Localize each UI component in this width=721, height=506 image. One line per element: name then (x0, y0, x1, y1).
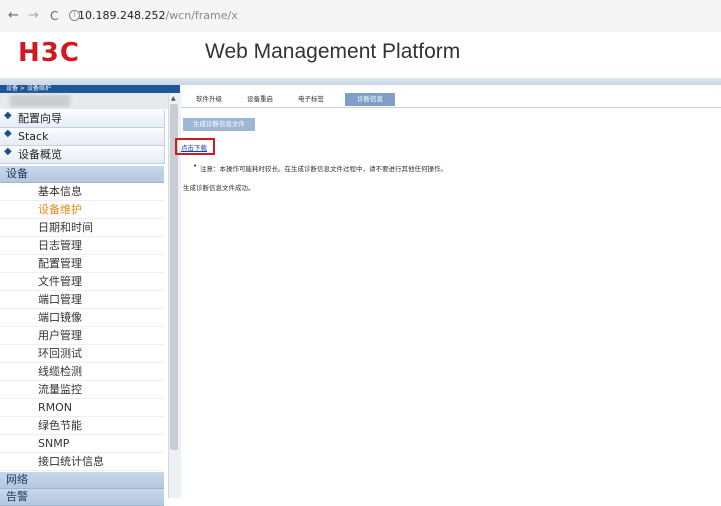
download-link[interactable]: 点击下载 (181, 142, 207, 152)
sidebar-item-basic-info[interactable]: 基本信息 (0, 183, 164, 201)
sidebar-item-label: 基本信息 (38, 185, 82, 198)
notice-text: 注意：本操作可能耗时较长。在生成诊断信息文件过程中，请不要进行其他任何操作。 (200, 165, 447, 173)
sidebar-item-label: RMON (38, 401, 73, 414)
sidebar-item-label: 配置向导 (18, 112, 62, 125)
sidebar-item-snmp[interactable]: SNMP (0, 435, 164, 453)
sidebar-item-interface-stats[interactable]: 接口统计信息 (0, 453, 164, 471)
sidebar-item-device-maintenance[interactable]: 设备维护 (0, 201, 164, 219)
sidebar-item-file-management[interactable]: 文件管理 (0, 273, 164, 291)
sidebar-item-log-management[interactable]: 日志管理 (0, 237, 164, 255)
breadcrumb: 设备 > 设备维护 (6, 85, 51, 92)
reload-icon[interactable]: C (50, 9, 58, 23)
sidebar-category-device[interactable]: 设备 (0, 166, 164, 183)
sidebar-item-port-mirroring[interactable]: 端口镜像 (0, 309, 164, 327)
sidebar-category-label: 设备 (6, 167, 28, 180)
tab-device-reboot[interactable]: 设备重启 (238, 93, 282, 106)
sidebar-item-label: 日期和时间 (38, 221, 93, 234)
sidebar-item-label: 日志管理 (38, 239, 82, 252)
redacted-user-info (10, 95, 70, 107)
sidebar-category-label: 网络 (6, 473, 28, 486)
header-divider (0, 78, 721, 85)
address-bar[interactable]: 10.189.248.252/wcn/frame/x (78, 9, 238, 22)
generate-diagnostic-file-button[interactable]: 生成诊断信息文件 (183, 118, 255, 131)
sidebar-item-label: 接口统计信息 (38, 455, 104, 468)
sidebar-item-config-management[interactable]: 配置管理 (0, 255, 164, 273)
sidebar-item-device-overview[interactable]: ◆ 设备概览 (0, 146, 165, 164)
sidebar-item-label: 流量监控 (38, 383, 82, 396)
sidebar-item-user-management[interactable]: 用户管理 (0, 327, 164, 345)
back-icon[interactable]: ← (8, 8, 19, 23)
sidebar-item-date-time[interactable]: 日期和时间 (0, 219, 164, 237)
sidebar-item-stack[interactable]: ◆ Stack (0, 128, 165, 146)
sidebar-item-config-wizard[interactable]: ◆ 配置向导 (0, 110, 165, 128)
platform-title: Web Management Platform (205, 40, 461, 63)
sidebar-item-label: 环回测试 (38, 347, 82, 360)
url-path: /wcn/frame/x (165, 9, 238, 22)
sidebar-item-label: 线缆检测 (38, 365, 82, 378)
sidebar-item-label: SNMP (38, 437, 70, 450)
sidebar-item-label: 文件管理 (38, 275, 82, 288)
scrollbar-thumb[interactable] (170, 104, 178, 450)
diamond-icon: ◆ (4, 110, 12, 121)
sidebar-item-cable-test[interactable]: 线缆检测 (0, 363, 164, 381)
sidebar-item-label: 设备概览 (18, 148, 62, 161)
diamond-icon: ◆ (4, 146, 12, 157)
sidebar-item-label: Stack (18, 130, 49, 143)
url-host: 10.189.248.252 (78, 9, 166, 22)
sidebar-item-label: 端口镜像 (38, 311, 82, 324)
sidebar-item-label: 绿色节能 (38, 419, 82, 432)
sidebar-item-label: 用户管理 (38, 329, 82, 342)
sidebar-item-label: 配置管理 (38, 257, 82, 270)
sidebar-item-label: 端口管理 (38, 293, 82, 306)
forward-icon[interactable]: → (28, 8, 39, 23)
sidebar-item-traffic-monitor[interactable]: 流量监控 (0, 381, 164, 399)
sidebar-category-label: 告警 (6, 490, 28, 503)
sidebar-item-label: 设备维护 (38, 203, 82, 216)
h3c-logo: H3C (18, 38, 80, 68)
sidebar-item-port-management[interactable]: 端口管理 (0, 291, 164, 309)
tab-software-upgrade[interactable]: 软件升级 (187, 93, 231, 106)
sidebar-item-loopback-test[interactable]: 环回测试 (0, 345, 164, 363)
bullet-icon: • (193, 162, 198, 170)
sidebar-item-green-energy[interactable]: 绿色节能 (0, 417, 164, 435)
sidebar-category-network[interactable]: 网络 (0, 472, 164, 489)
diamond-icon: ◆ (4, 128, 12, 139)
success-message: 生成诊断信息文件成功。 (183, 184, 255, 192)
sidebar-item-rmon[interactable]: RMON (0, 399, 164, 417)
scroll-up-icon[interactable]: ▲ (171, 95, 176, 102)
tab-electronic-label[interactable]: 电子标签 (289, 93, 333, 106)
tab-diagnostic-info[interactable]: 诊断信息 (345, 93, 395, 106)
